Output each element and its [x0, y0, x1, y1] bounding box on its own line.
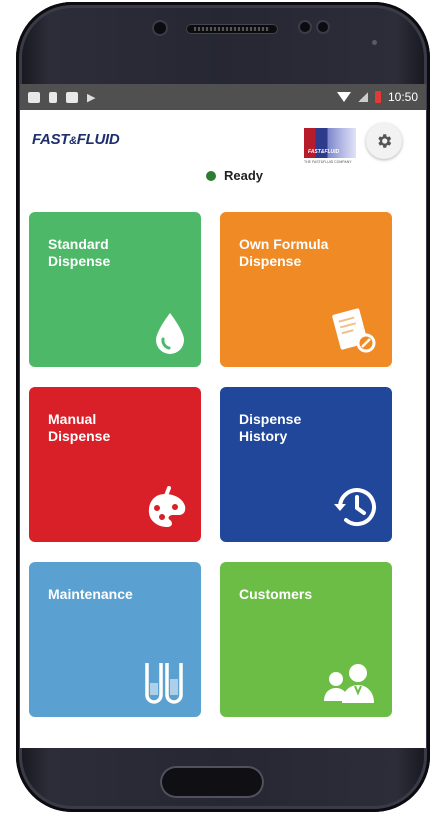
gear-icon — [378, 134, 392, 148]
system-icons: 10:50 — [336, 90, 418, 104]
image-notification-icon — [28, 91, 40, 103]
clock: 10:50 — [387, 90, 418, 104]
front-camera — [154, 22, 166, 34]
battery-icon — [374, 91, 381, 103]
settings-button[interactable] — [366, 123, 402, 159]
brand-logo: FAST&FLUID — [32, 131, 120, 148]
home-button[interactable] — [160, 766, 264, 798]
tile-dispense-history[interactable]: Dispense History — [220, 387, 392, 542]
tile-standard-dispense[interactable]: Standard Dispense — [29, 212, 201, 367]
gallery-notification-icon — [66, 91, 78, 103]
app-screen: ▶ 10:50 FAST&FLUID FAST&FLUID THE FAST&F… — [20, 84, 426, 748]
connection-status: Ready — [206, 168, 263, 183]
tile-manual-dispense[interactable]: Manual Dispense — [29, 387, 201, 542]
led-indicator — [372, 40, 377, 45]
light-sensor — [318, 22, 328, 32]
app-header: FAST&FLUID FAST&FLUID THE FAST&FLUID COM… — [20, 110, 426, 192]
customers-icon — [324, 664, 374, 703]
tile-maintenance[interactable]: Maintenance — [29, 562, 201, 717]
company-logo: FAST&FLUID THE FAST&FLUID COMPANY — [304, 128, 356, 168]
history-clock-icon — [334, 488, 376, 526]
wifi-icon — [336, 92, 351, 102]
tile-own-formula-dispense[interactable]: Own Formula Dispense — [220, 212, 392, 367]
status-dot — [206, 170, 216, 181]
paint-palette-icon — [148, 486, 186, 527]
test-tubes-icon — [145, 663, 183, 704]
notification-icons: ▶ — [28, 91, 95, 104]
proximity-sensor — [300, 22, 310, 32]
play-notification-icon: ▶ — [87, 91, 96, 104]
earpiece — [186, 24, 278, 34]
formula-document-icon — [332, 308, 376, 353]
drop-icon — [156, 313, 184, 354]
tile-customers[interactable]: Customers — [220, 562, 392, 717]
status-bar: ▶ 10:50 — [20, 84, 426, 110]
sim-notification-icon — [49, 91, 57, 103]
signal-icon — [357, 92, 368, 102]
